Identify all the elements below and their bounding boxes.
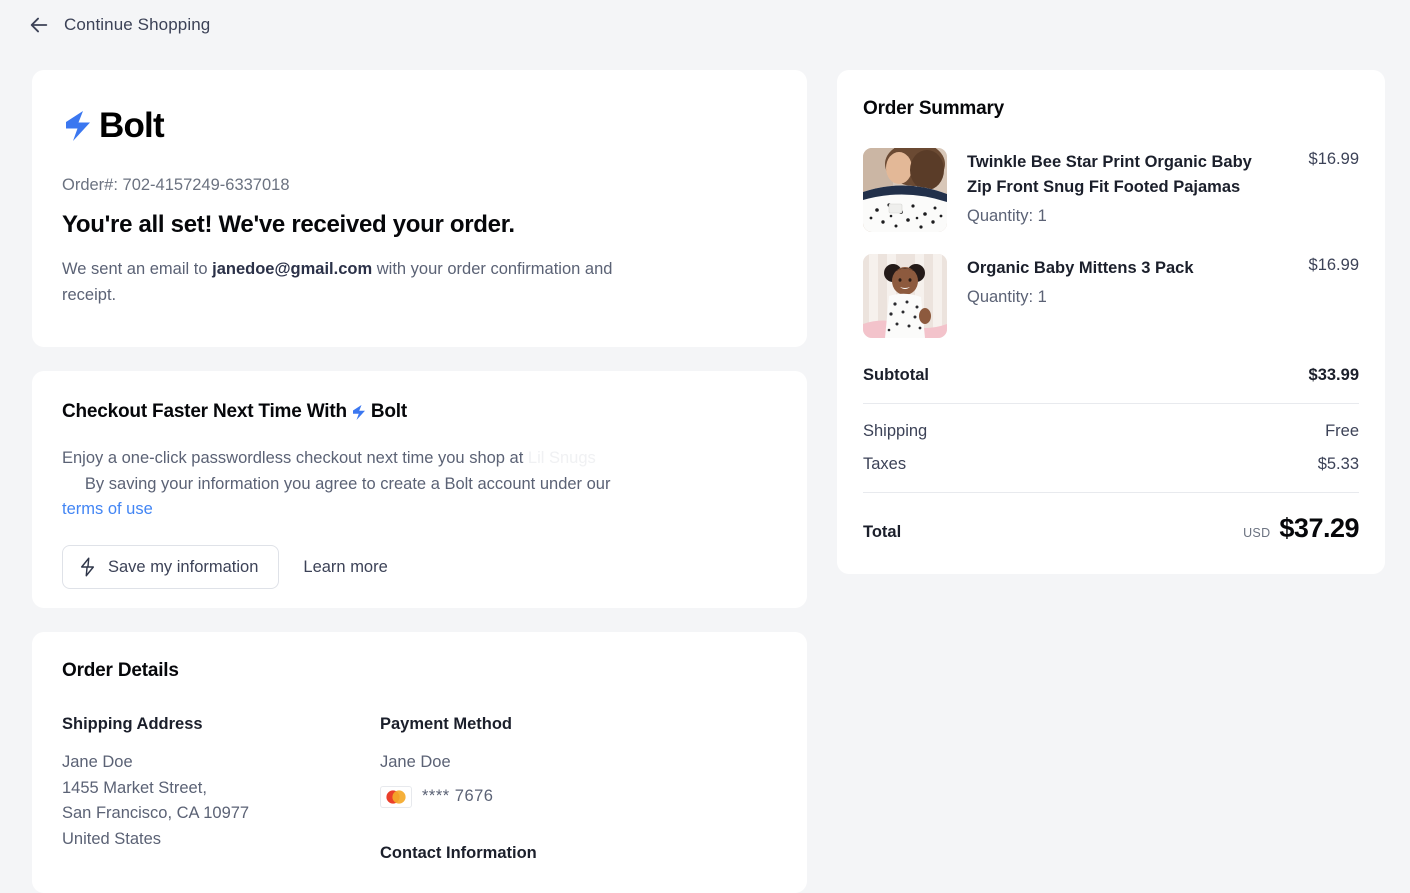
confirmation-body: We sent an email to janedoe@gmail.com wi…: [62, 257, 662, 308]
payment-card-row: **** 7676: [380, 785, 777, 808]
shipping-address-line: San Francisco, CA 10977: [62, 804, 250, 823]
order-summary-item-name: Twinkle Bee Star Print Organic Baby Zip …: [967, 153, 1252, 197]
order-summary-title: Order Summary: [863, 98, 1005, 119]
confirmation-email: janedoe@gmail.com: [212, 260, 373, 278]
order-summary-item-price: $16.99: [1308, 256, 1359, 274]
confirmation-headline: You're all set! We've received your orde…: [62, 211, 515, 238]
total-value-group: USD $37.29: [1243, 513, 1359, 544]
order-number: Order#: 702-4157249-6337018: [62, 176, 290, 194]
order-summary-item-price: $16.99: [1308, 150, 1359, 168]
taxes-label: Taxes: [863, 455, 907, 473]
payment-method-title: Payment Method: [380, 715, 513, 733]
save-info-title: Checkout Faster Next Time With Bolt: [62, 401, 777, 423]
bolt-lightning-icon: [79, 557, 96, 577]
shipping-address-line: United States: [62, 829, 162, 848]
shipping-taxes-block: Shipping Free Taxes $5.33: [863, 404, 1359, 492]
subtotal-label: Subtotal: [863, 366, 929, 384]
bolt-lightning-icon: [351, 404, 367, 421]
order-summary-item: Twinkle Bee Star Print Organic Baby Zip …: [863, 148, 1359, 232]
shipping-address-block: Shipping Address Jane Doe 1455 Market St…: [62, 715, 380, 863]
save-my-information-label: Save my information: [108, 557, 259, 576]
continue-shopping-link[interactable]: Continue Shopping: [28, 14, 210, 36]
subtotal-row: Subtotal $33.99: [863, 366, 1359, 385]
save-my-information-button[interactable]: Save my information: [62, 545, 280, 590]
arrow-left-icon: [28, 14, 50, 36]
order-details-card: Order Details Shipping Address Jane Doe …: [32, 632, 807, 893]
taxes-value: $5.33: [1317, 455, 1359, 473]
total-label: Total: [863, 523, 902, 541]
save-info-actions: Save my information Learn more: [62, 545, 777, 590]
merchant-name: Lil Snugs: [527, 449, 596, 467]
save-info-body: Enjoy a one-click passwordless checkout …: [62, 446, 777, 523]
order-summary-card: Order Summary Twinkle Bee Star Print Org…: [837, 70, 1385, 574]
order-summary-item: Organic Baby Mittens 3 Pack Quantity: 1 …: [863, 254, 1359, 338]
bolt-wordmark: Bolt: [99, 106, 165, 145]
right-column: Order Summary Twinkle Bee Star Print Org…: [837, 70, 1385, 574]
subtotal-block: Subtotal $33.99: [863, 360, 1359, 403]
order-confirmation-card: Bolt Order#: 702-4157249-6337018 You're …: [32, 70, 807, 347]
save-info-body-line1: Enjoy a one-click passwordless checkout …: [62, 449, 528, 467]
order-details-grid: Shipping Address Jane Doe 1455 Market St…: [62, 715, 777, 863]
total-block: Total USD $37.29: [863, 493, 1359, 544]
shipping-address-line: 1455 Market Street,: [62, 778, 207, 797]
order-details-title: Order Details: [62, 660, 179, 681]
left-column: Bolt Order#: 702-4157249-6337018 You're …: [32, 70, 807, 893]
subtotal-value: $33.99: [1308, 366, 1359, 384]
order-summary-item-quantity: Quantity: 1: [967, 288, 1047, 307]
order-summary-item-info: Twinkle Bee Star Print Organic Baby Zip …: [967, 148, 1289, 232]
order-summary-item-info: Organic Baby Mittens 3 Pack Quantity: 1: [967, 254, 1289, 338]
bolt-logo: Bolt: [62, 108, 777, 143]
total-amount: $37.29: [1279, 513, 1359, 543]
shipping-row: Shipping Free: [863, 422, 1359, 441]
shipping-address-line: Jane Doe: [62, 753, 133, 771]
payment-cardholder-name: Jane Doe: [380, 753, 451, 771]
save-info-title-brand: Bolt: [370, 401, 408, 422]
total-row: Total USD $37.29: [863, 513, 1359, 544]
shipping-label: Shipping: [863, 422, 928, 440]
learn-more-link[interactable]: Learn more: [303, 558, 387, 577]
baby-pajamas-thumbnail: [863, 148, 947, 232]
bolt-lightning-icon: [62, 109, 94, 143]
save-info-title-text: Checkout Faster Next Time With: [62, 401, 347, 422]
save-information-card: Checkout Faster Next Time With Bolt Enjo…: [32, 371, 807, 608]
order-summary-item-quantity: Quantity: 1: [967, 207, 1047, 226]
shipping-address-title: Shipping Address: [62, 715, 203, 733]
baby-mittens-thumbnail: [863, 254, 947, 338]
confirmation-body-before: We sent an email to: [62, 260, 213, 278]
taxes-row: Taxes $5.33: [863, 455, 1359, 474]
terms-of-use-link[interactable]: terms of use: [62, 500, 153, 518]
mastercard-icon: [380, 785, 412, 808]
payment-card-digits: **** 7676: [422, 787, 494, 806]
continue-shopping-label: Continue Shopping: [64, 15, 211, 34]
save-info-body-line2: By saving your information you agree to …: [84, 474, 611, 493]
payment-method-block: Payment Method Jane Doe **** 7676 Contac…: [380, 715, 777, 863]
total-currency: USD: [1243, 526, 1271, 540]
shipping-value: Free: [1325, 422, 1359, 440]
order-summary-item-name: Organic Baby Mittens 3 Pack: [967, 259, 1194, 277]
